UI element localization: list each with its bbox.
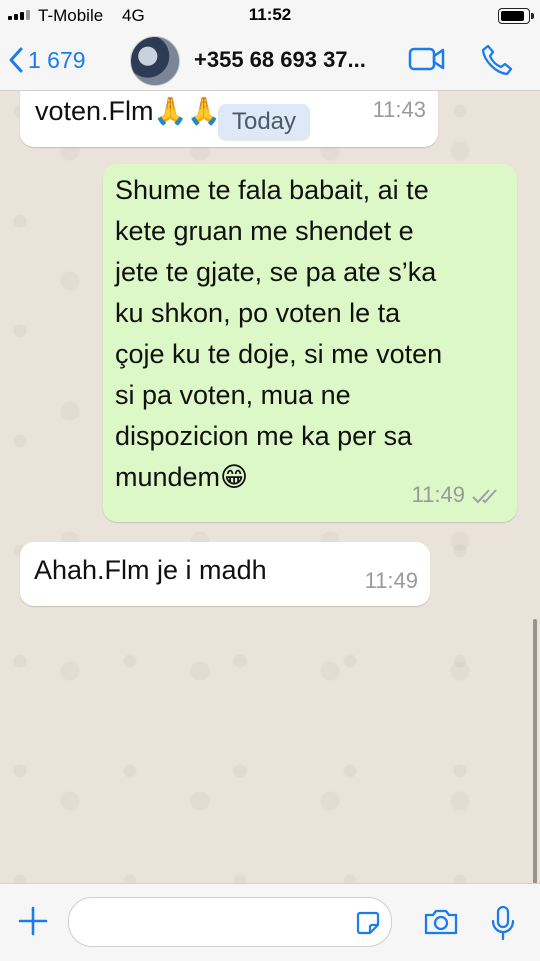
chat-header: 1 679 +355 68 693 37... — [0, 30, 540, 91]
contact-name[interactable]: +355 68 693 37... — [194, 30, 366, 90]
message-list[interactable]: voten.Flm🙏🙏 11:43 Today Shume te fala ba… — [0, 91, 540, 883]
status-bar: T-Mobile 4G 11:52 — [0, 0, 540, 30]
message-text: voten.Flm🙏🙏 — [35, 96, 221, 126]
sticker-icon[interactable] — [355, 910, 381, 936]
message-line: mundem😁 — [115, 462, 249, 492]
message-bubble-outgoing[interactable]: Shume te fala babait, ai te kete gruan m… — [103, 164, 517, 522]
plus-icon[interactable] — [16, 904, 50, 938]
battery-level — [501, 11, 524, 21]
message-line: kete gruan me shendet e — [115, 216, 414, 246]
scrollbar[interactable] — [533, 619, 537, 883]
unread-count: 1 679 — [28, 46, 86, 73]
status-time: 11:52 — [248, 5, 292, 24]
message-input[interactable] — [68, 897, 392, 947]
microphone-icon[interactable] — [490, 905, 516, 941]
message-time: 11:49 — [364, 568, 418, 593]
message-time: 11:43 — [372, 97, 426, 122]
battery-icon — [498, 8, 534, 24]
camera-icon[interactable] — [423, 908, 459, 936]
double-check-icon — [472, 489, 497, 504]
message-line: si pa voten, mua ne — [115, 380, 351, 410]
date-separator: Today — [218, 104, 310, 140]
message-line: Shume te fala babait, ai te — [115, 175, 429, 205]
phone-icon[interactable] — [480, 43, 514, 77]
message-line: çoje ku te doje, si me voten — [115, 339, 443, 369]
message-line: ku shkon, po voten le ta — [115, 298, 401, 328]
message-text: Shume te fala babait, ai te kete gruan m… — [115, 170, 442, 498]
message-text: Ahah.Flm je i madh — [34, 555, 267, 585]
message-line: dispozicion me ka per sa — [115, 421, 413, 451]
video-call-icon[interactable] — [408, 44, 446, 74]
composer-bar — [0, 883, 540, 961]
back-button[interactable]: 1 679 — [8, 30, 86, 90]
message-time: 11:49 — [411, 482, 465, 507]
contact-avatar[interactable] — [130, 36, 180, 86]
message-line: jete te gjate, se pa ate s’ka — [115, 257, 437, 287]
message-bubble-incoming[interactable]: Ahah.Flm je i madh 11:49 — [20, 542, 430, 606]
chevron-left-icon — [9, 47, 23, 73]
